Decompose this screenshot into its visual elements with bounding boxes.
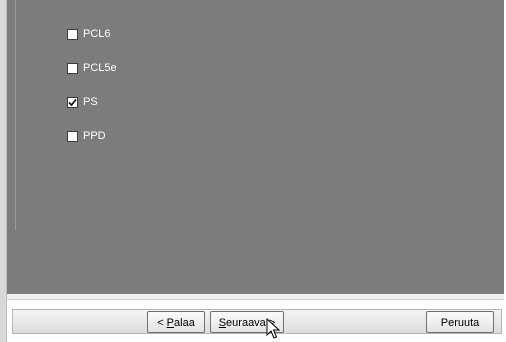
next-hotkey: S [218, 317, 227, 329]
window-left-edge [0, 0, 7, 342]
options-panel [7, 0, 504, 294]
back-label: alaa [174, 317, 195, 329]
checkbox-ppd[interactable] [67, 130, 78, 142]
option-label-ps: PS [83, 96, 98, 108]
back-prefix: < [157, 317, 167, 329]
checkbox-pcl5e[interactable] [67, 62, 78, 74]
option-label-pcl6: PCL6 [83, 28, 111, 40]
back-button[interactable]: < Palaa [147, 311, 205, 333]
panel-separator [7, 294, 504, 300]
panel-divider-line [15, 0, 16, 230]
mouse-pointer-icon [266, 318, 280, 339]
checkbox-pcl6[interactable] [67, 28, 78, 40]
option-label-ppd: PPD [83, 130, 106, 142]
checkmark-icon [68, 98, 77, 106]
option-ppd[interactable]: PPD [67, 129, 106, 143]
option-pcl5e[interactable]: PCL5e [67, 61, 117, 75]
option-ps[interactable]: PS [67, 95, 98, 109]
dialog-window: PCL6 PCL5e PS PPD < Palaa Seuraava > Per… [0, 0, 506, 342]
option-label-pcl5e: PCL5e [83, 62, 117, 74]
checkbox-ps[interactable] [67, 96, 78, 108]
cancel-button[interactable]: Peruuta [426, 311, 494, 333]
back-hotkey: P [166, 317, 175, 329]
cancel-label: Peruuta [440, 317, 480, 329]
option-pcl6[interactable]: PCL6 [67, 27, 111, 41]
